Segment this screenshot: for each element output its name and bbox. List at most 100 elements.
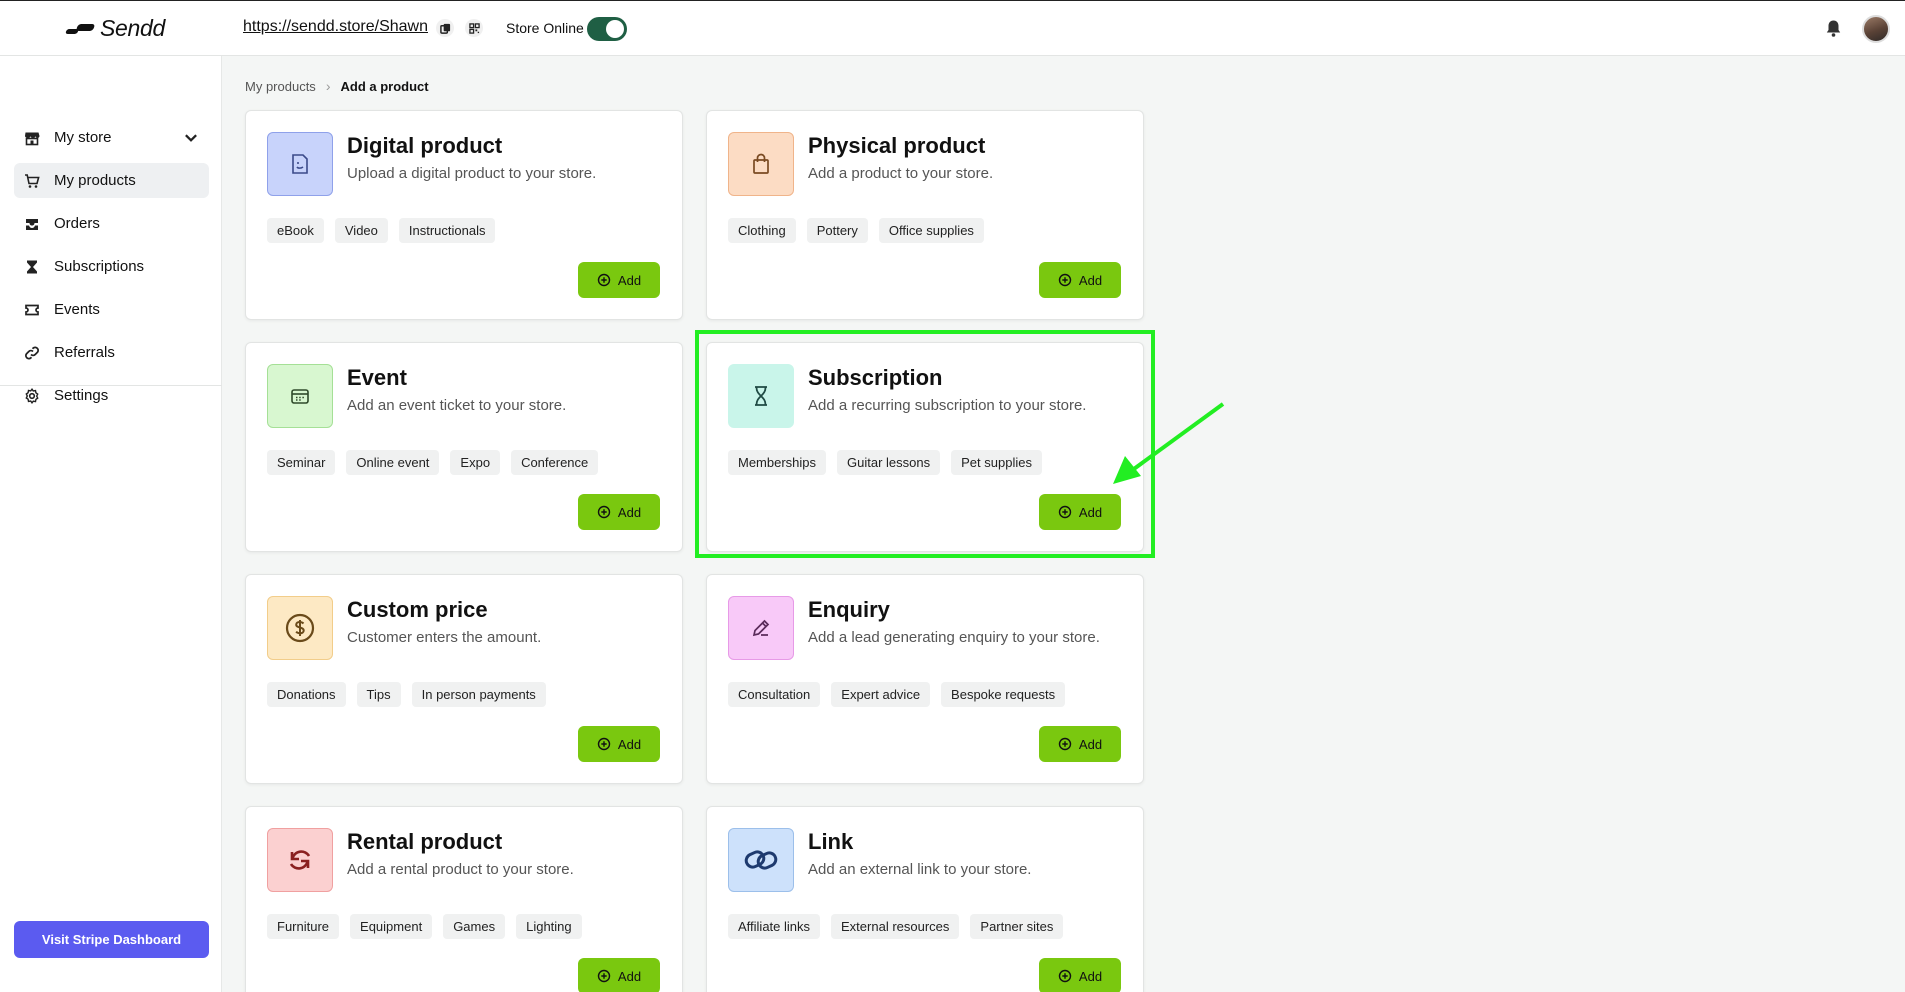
breadcrumb: My products › Add a product bbox=[245, 78, 429, 94]
sidebar-item-events[interactable]: Events bbox=[14, 292, 209, 327]
product-type-card-custom-price: Custom price Customer enters the amount.… bbox=[245, 574, 683, 784]
tag: Tips bbox=[356, 682, 401, 707]
tag: Partner sites bbox=[970, 914, 1064, 939]
chevron-down-icon bbox=[185, 134, 197, 142]
add-event-button[interactable]: Add bbox=[578, 494, 660, 530]
tag-list: Seminar Online event Expo Conference bbox=[267, 450, 599, 475]
card-title: Event bbox=[347, 365, 407, 390]
add-digital-product-button[interactable]: Add bbox=[578, 262, 660, 298]
link-icon bbox=[25, 346, 39, 359]
add-custom-price-button[interactable]: Add bbox=[578, 726, 660, 762]
add-physical-product-button[interactable]: Add bbox=[1039, 262, 1121, 298]
annotation-arrow-icon bbox=[1113, 402, 1225, 484]
sidebar-item-orders[interactable]: Orders bbox=[14, 206, 209, 241]
sidebar-item-label: Subscriptions bbox=[54, 258, 145, 275]
shopping-bag-icon bbox=[728, 132, 794, 196]
tag: Equipment bbox=[350, 914, 433, 939]
card-title: Enquiry bbox=[808, 597, 890, 622]
tag-list: eBook Video Instructionals bbox=[267, 218, 496, 243]
tag: Donations bbox=[267, 682, 346, 707]
sidebar-item-my-store[interactable]: My store bbox=[14, 120, 209, 155]
add-label: Add bbox=[1078, 968, 1103, 984]
card-description: Add a product to your store. bbox=[808, 165, 994, 182]
inbox-icon bbox=[26, 218, 38, 230]
card-description: Add an external link to your store. bbox=[808, 861, 1032, 878]
tag: Seminar bbox=[267, 450, 336, 475]
tag: Office supplies bbox=[878, 218, 984, 243]
product-type-card-physical: Physical product Add a product to your s… bbox=[706, 110, 1144, 320]
plus-circle-icon bbox=[597, 505, 611, 519]
logo-text: Sendd bbox=[100, 15, 166, 41]
plus-circle-icon bbox=[597, 737, 611, 751]
tag: Lighting bbox=[516, 914, 582, 939]
add-link-button[interactable]: Add bbox=[1039, 958, 1121, 992]
top-bar: Sendd https://sendd.store/Shawn Store On… bbox=[0, 0, 1905, 56]
logo-mark-icon bbox=[66, 22, 96, 36]
sidebar-nav: My store My products Orders Subscription… bbox=[14, 120, 209, 421]
sidebar-item-subscriptions[interactable]: Subscriptions bbox=[14, 249, 209, 284]
card-title: Link bbox=[808, 829, 854, 854]
add-rental-product-button[interactable]: Add bbox=[578, 958, 660, 992]
tag: Instructionals bbox=[398, 218, 496, 243]
copy-icon[interactable] bbox=[436, 19, 454, 37]
tag: Online event bbox=[346, 450, 440, 475]
coin-icon bbox=[267, 596, 333, 660]
tag: Games bbox=[443, 914, 506, 939]
storefront-icon bbox=[25, 132, 40, 145]
refresh-icon bbox=[267, 828, 333, 892]
add-enquiry-button[interactable]: Add bbox=[1039, 726, 1121, 762]
add-label: Add bbox=[1078, 736, 1103, 752]
card-description: Add a lead generating enquiry to your st… bbox=[808, 629, 1100, 646]
add-label: Add bbox=[617, 736, 642, 752]
sidebar-item-label: Settings bbox=[54, 387, 109, 404]
add-label: Add bbox=[617, 968, 642, 984]
product-type-card-link: Link Add an external link to your store.… bbox=[706, 806, 1144, 992]
sidebar-item-referrals[interactable]: Referrals bbox=[14, 335, 209, 370]
tag-list: Donations Tips In person payments bbox=[267, 682, 546, 707]
plus-circle-icon bbox=[1058, 969, 1072, 983]
card-description: Add an event ticket to your store. bbox=[347, 397, 567, 414]
tag: External resources bbox=[831, 914, 960, 939]
gear-icon bbox=[25, 387, 39, 404]
visit-stripe-dashboard-button[interactable]: Visit Stripe Dashboard bbox=[14, 921, 209, 958]
store-online-toggle[interactable] bbox=[587, 17, 627, 41]
card-title: Physical product bbox=[808, 133, 986, 158]
sidebar-item-settings[interactable]: Settings bbox=[14, 378, 209, 413]
tag: eBook bbox=[267, 218, 324, 243]
breadcrumb-my-products[interactable]: My products bbox=[245, 79, 316, 94]
plus-circle-icon bbox=[1058, 273, 1072, 287]
card-description: Add a rental product to your store. bbox=[347, 861, 574, 878]
product-type-card-event: Event Add an event ticket to your store.… bbox=[245, 342, 683, 552]
sidebar-item-label: Referrals bbox=[54, 344, 115, 361]
product-type-card-enquiry: Enquiry Add a lead generating enquiry to… bbox=[706, 574, 1144, 784]
card-title: Rental product bbox=[347, 829, 503, 854]
cart-icon bbox=[25, 173, 40, 188]
card-title: Digital product bbox=[347, 133, 503, 158]
tag: Pottery bbox=[806, 218, 868, 243]
product-type-card-rental: Rental product Add a rental product to y… bbox=[245, 806, 683, 992]
plus-circle-icon bbox=[1058, 737, 1072, 751]
tag: Expert advice bbox=[831, 682, 931, 707]
plus-circle-icon bbox=[597, 969, 611, 983]
tag: Conference bbox=[511, 450, 599, 475]
sidebar-item-my-products[interactable]: My products bbox=[14, 163, 209, 198]
tag: Consultation bbox=[728, 682, 821, 707]
ticket-icon bbox=[267, 364, 333, 428]
qr-code-icon[interactable] bbox=[465, 19, 483, 37]
logo[interactable]: Sendd bbox=[66, 15, 165, 42]
card-description: Upload a digital product to your store. bbox=[347, 165, 597, 182]
tag-list: Affiliate links External resources Partn… bbox=[728, 914, 1064, 939]
sidebar-divider bbox=[0, 385, 222, 386]
product-type-card-digital: Digital product Upload a digital product… bbox=[245, 110, 683, 320]
avatar[interactable] bbox=[1862, 15, 1890, 43]
link-icon bbox=[728, 828, 794, 892]
bell-icon[interactable] bbox=[1825, 19, 1842, 43]
sidebar-item-label: Events bbox=[54, 301, 100, 318]
store-url-link[interactable]: https://sendd.store/Shawn bbox=[243, 18, 428, 36]
card-title: Custom price bbox=[347, 597, 488, 622]
tag: Affiliate links bbox=[728, 914, 821, 939]
toggle-knob bbox=[606, 20, 624, 38]
tag: Clothing bbox=[728, 218, 796, 243]
card-description: Customer enters the amount. bbox=[347, 629, 542, 646]
tag-list: Furniture Equipment Games Lighting bbox=[267, 914, 582, 939]
